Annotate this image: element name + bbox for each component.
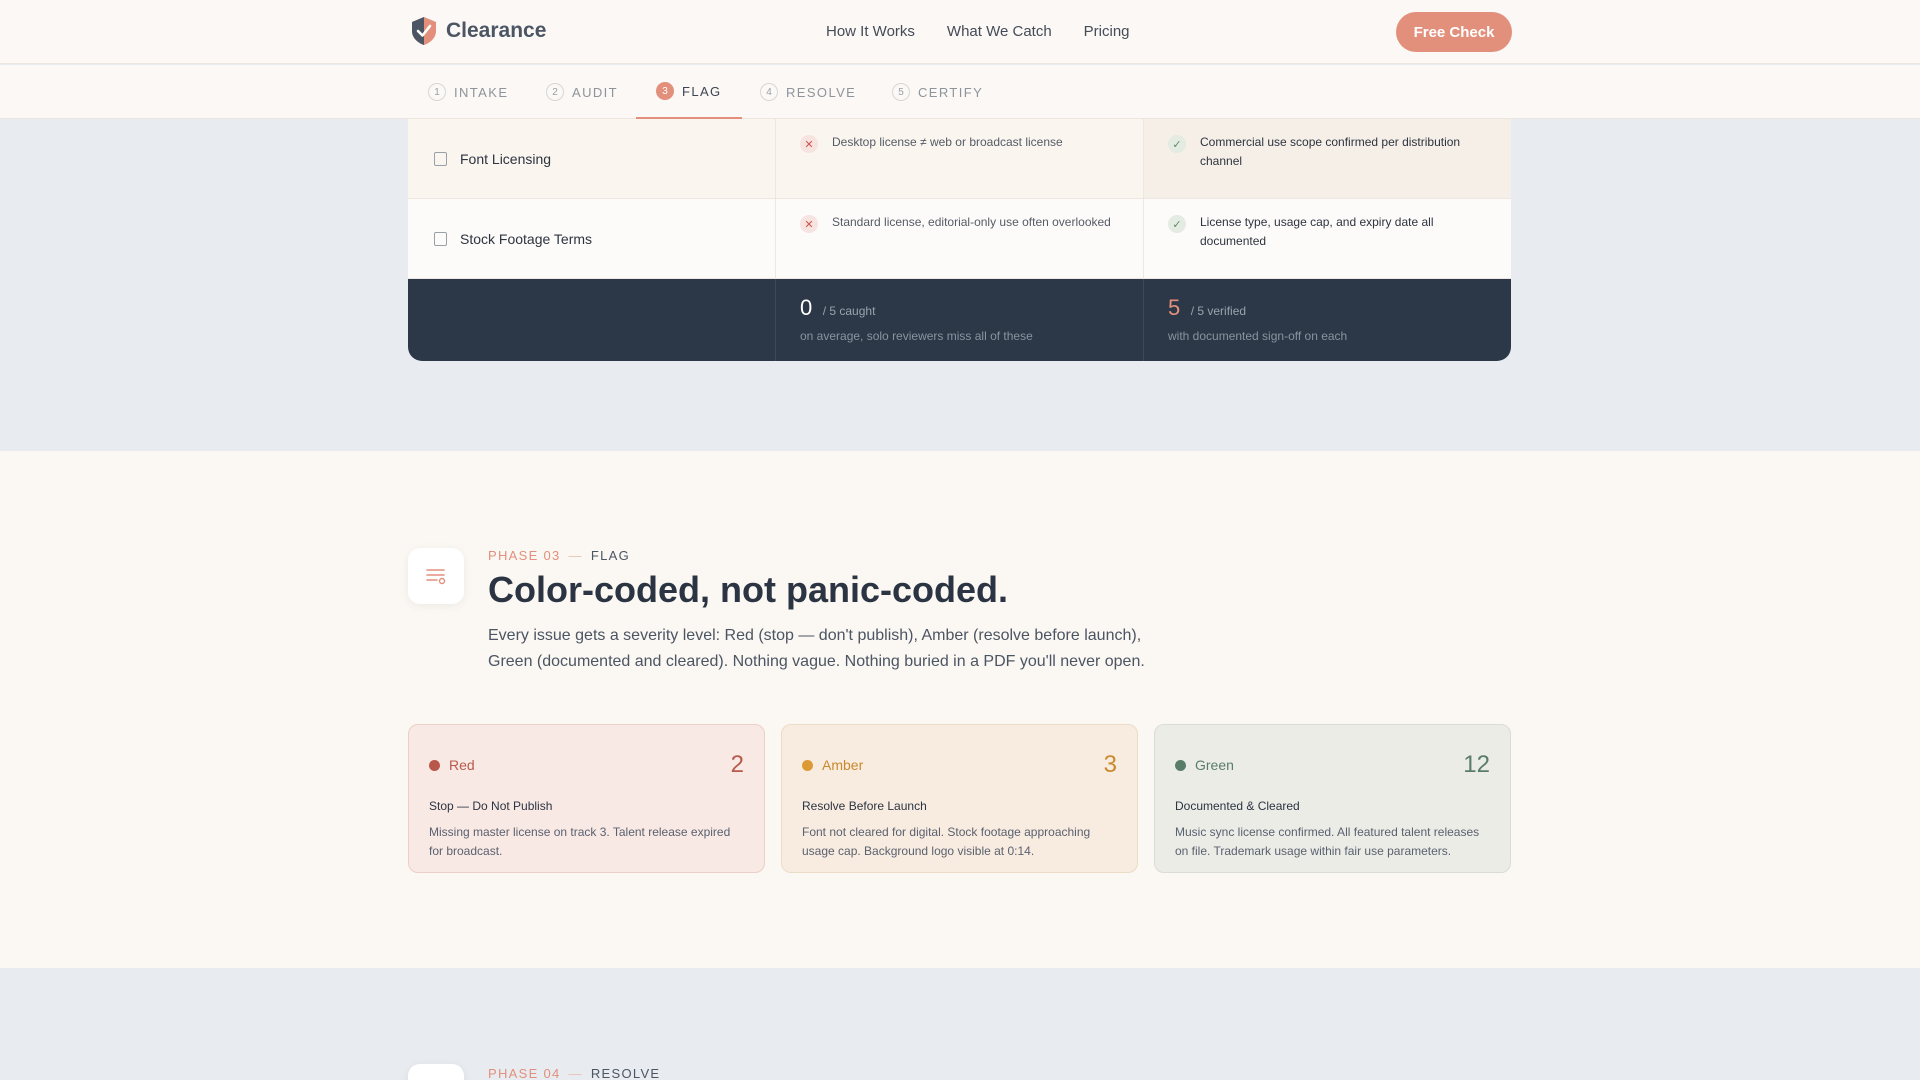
phase-step-tabs: 1 INTAKE 2 AUDIT 3 FLAG 4 RESOLVE 5 CERT…	[0, 65, 1920, 119]
tab-resolve[interactable]: 4 RESOLVE	[740, 65, 876, 119]
eyebrow-dash: —	[568, 548, 583, 563]
step-number: 2	[546, 83, 564, 101]
severity-tag: Amber	[802, 757, 863, 773]
step-number: 1	[428, 83, 446, 101]
brand[interactable]: Clearance	[410, 16, 546, 46]
main-nav: How It Works What We Catch Pricing	[826, 23, 1162, 40]
verified-summary: 5 / 5 verified with documented sign-off …	[1144, 279, 1511, 361]
step-number: 3	[656, 82, 674, 100]
verified-text: Commercial use scope confirmed per distr…	[1200, 135, 1461, 168]
amber-dot-icon	[802, 759, 813, 771]
x-icon: ✕	[800, 135, 818, 153]
severity-description: Missing master license on track 3. Talen…	[429, 825, 731, 858]
list-filter-icon	[426, 569, 446, 585]
verified-cell: ✓ License type, usage cap, and expiry da…	[1144, 199, 1511, 278]
step-label: AUDIT	[572, 84, 618, 100]
severity-card-amber[interactable]: Amber 3 Resolve Before Launch Font not c…	[781, 724, 1138, 873]
verified-cell: ✓ Commercial use scope confirmed per dis…	[1144, 119, 1511, 198]
phase-name: RESOLVE	[590, 1066, 661, 1080]
phase-eyebrow: PHASE 04 — RESOLVE	[488, 1066, 660, 1080]
caught-subtext: on average, solo reviewers miss all of t…	[800, 329, 1033, 343]
green-dot-icon	[1175, 759, 1186, 771]
phase-flag-section: PHASE 03 — FLAG Color-coded, not panic-cod…	[0, 451, 1920, 968]
check-icon: ✓	[1168, 215, 1186, 233]
free-check-button[interactable]: Free Check	[1396, 12, 1512, 52]
step-label: CERTIFY	[918, 84, 984, 100]
step-number: 4	[760, 83, 778, 101]
x-icon: ✕	[800, 215, 818, 233]
shield-check-logo-icon	[412, 17, 436, 45]
table-row: Stock Footage Terms ✕ Standard license, …	[408, 199, 1511, 279]
table-row: Font Licensing ✕ Desktop license ≠ web o…	[408, 119, 1511, 199]
comparison-table: Font Licensing ✕ Desktop license ≠ web o…	[408, 119, 1511, 361]
row-checkbox[interactable]	[434, 151, 447, 166]
phase-number: PHASE 03	[488, 548, 561, 563]
severity-title: Resolve Before Launch	[802, 799, 927, 813]
severity-label: Amber	[822, 757, 864, 773]
phase-number: PHASE 04	[488, 1066, 561, 1080]
caught-label: / 5 caught	[822, 304, 876, 318]
step-label: RESOLVE	[786, 84, 857, 100]
phase-icon-box	[408, 548, 464, 604]
step-label: INTAKE	[454, 84, 509, 100]
eyebrow-dash: —	[568, 1066, 583, 1080]
row-label-cell: Font Licensing	[408, 119, 776, 198]
brand-name: Clearance	[446, 19, 547, 42]
row-checkbox[interactable]	[434, 231, 447, 246]
step-label: FLAG	[682, 83, 722, 99]
section-description: Every issue gets a severity level: Red (…	[488, 627, 1145, 670]
severity-description: Music sync license confirmed. All featur…	[1175, 825, 1480, 858]
severity-tag: Green	[1175, 757, 1234, 773]
top-navigation-bar: Clearance How It Works What We Catch Pri…	[0, 0, 1920, 64]
row-label: Font Licensing	[460, 150, 552, 167]
verified-label: / 5 verified	[1190, 304, 1247, 318]
verified-text: License type, usage cap, and expiry date…	[1200, 215, 1434, 248]
step-number: 5	[892, 83, 910, 101]
nav-link-what-we-catch[interactable]: What We Catch	[947, 23, 1052, 40]
severity-tag: Red	[429, 757, 475, 773]
severity-label: Red	[449, 757, 475, 773]
severity-count: 12	[1463, 751, 1490, 778]
phase-icon-box	[408, 1064, 464, 1080]
phase-name: FLAG	[590, 548, 631, 563]
nav-link-how-it-works[interactable]: How It Works	[826, 23, 915, 40]
row-label: Stock Footage Terms	[460, 230, 593, 247]
caught-count: 0	[800, 295, 813, 320]
missed-text: Standard license, editorial-only use oft…	[832, 215, 1111, 229]
severity-card-green[interactable]: Green 12 Documented & Cleared Music sync…	[1154, 724, 1511, 873]
severity-count: 3	[1103, 751, 1117, 778]
severity-title: Stop — Do Not Publish	[429, 799, 553, 813]
section-headline: Color-coded, not panic-coded.	[488, 569, 1008, 610]
tab-flag[interactable]: 3 FLAG	[636, 65, 742, 119]
footer-empty-cell	[408, 279, 776, 361]
red-dot-icon	[429, 759, 440, 771]
verified-count: 5	[1168, 295, 1181, 320]
severity-card-red[interactable]: Red 2 Stop — Do Not Publish Missing mast…	[408, 724, 765, 873]
phase-eyebrow: PHASE 03 — FLAG	[488, 548, 630, 563]
missed-cell: ✕ Desktop license ≠ web or broadcast lic…	[776, 119, 1144, 198]
caught-summary: 0 / 5 caught on average, solo reviewers …	[776, 279, 1144, 361]
severity-description: Font not cleared for digital. Stock foot…	[802, 825, 1091, 858]
missed-text: Desktop license ≠ web or broadcast licen…	[832, 135, 1063, 149]
severity-count: 2	[730, 751, 744, 778]
table-summary-footer: 0 / 5 caught on average, solo reviewers …	[408, 279, 1511, 361]
severity-title: Documented & Cleared	[1175, 799, 1300, 813]
nav-link-pricing[interactable]: Pricing	[1084, 23, 1130, 40]
tab-intake[interactable]: 1 INTAKE	[408, 65, 528, 119]
row-label-cell: Stock Footage Terms	[408, 199, 776, 278]
tab-certify[interactable]: 5 CERTIFY	[872, 65, 1003, 119]
severity-label: Green	[1195, 757, 1234, 773]
tab-audit[interactable]: 2 AUDIT	[526, 65, 638, 119]
missed-cell: ✕ Standard license, editorial-only use o…	[776, 199, 1144, 278]
check-icon: ✓	[1168, 135, 1186, 153]
verified-subtext: with documented sign-off on each	[1168, 329, 1348, 343]
